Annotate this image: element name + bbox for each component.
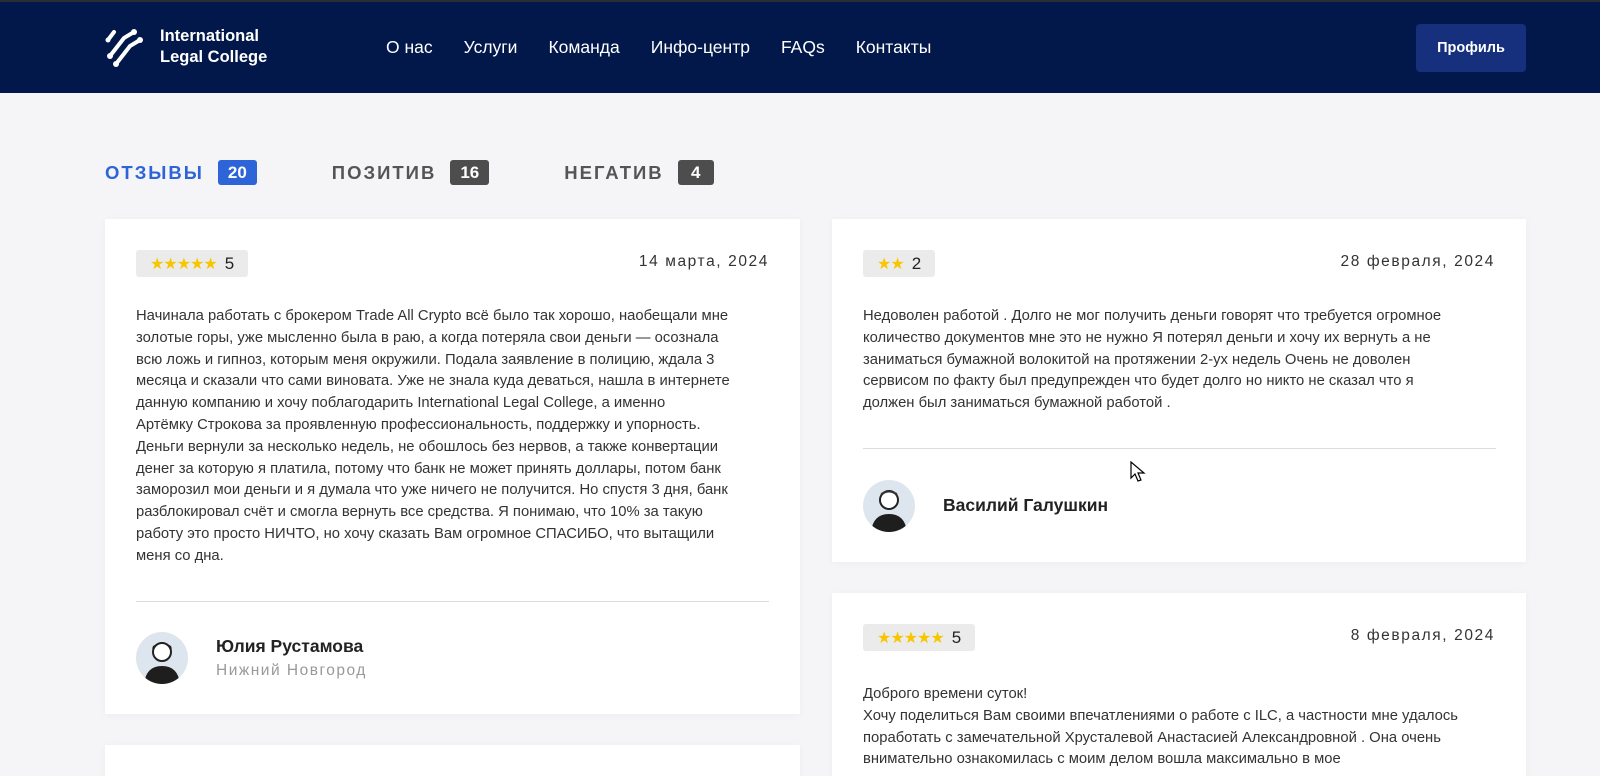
logo-icon <box>105 29 143 67</box>
review-tabs: ОТЗЫВЫ 20 ПОЗИТИВ 16 НЕГАТИВ 4 <box>105 160 789 185</box>
author-name: Василий Галушкин <box>943 495 1109 515</box>
avatar <box>136 632 188 684</box>
review-card: ★★★★★ 5 14 марта, 2024 Начинала работать… <box>105 219 800 714</box>
divider <box>136 601 769 602</box>
tab-label: ОТЗЫВЫ <box>105 161 204 183</box>
review-text: Доброго времени суток! Хочу поделиться В… <box>863 686 1458 768</box>
rating-badge: ★★★★★ 5 <box>136 250 249 277</box>
site-header: International Legal College О нас Услуги… <box>0 2 1600 93</box>
star-rating-icon: ★★ <box>877 255 905 273</box>
review-text: Недоволен работой . Долго не мог получит… <box>863 308 1442 412</box>
star-rating-icon: ★★★★★ <box>150 255 218 273</box>
tab-label: НЕГАТИВ <box>564 161 664 183</box>
avatar <box>863 480 915 532</box>
nav-contacts[interactable]: Контакты <box>856 37 932 58</box>
rating-value: 5 <box>951 627 962 647</box>
rating-badge: ★★ 2 <box>863 250 936 277</box>
review-card <box>105 745 800 776</box>
review-date: 8 февраля, 2024 <box>1350 627 1495 644</box>
user-avatar-icon <box>871 490 907 532</box>
rating-value: 5 <box>224 253 235 273</box>
nav-info-center[interactable]: Инфо-центр <box>651 37 750 58</box>
logo-line-1: International <box>160 27 260 45</box>
tab-label: ПОЗИТИВ <box>331 161 437 183</box>
rating-value: 2 <box>911 253 922 273</box>
tab-negative[interactable]: НЕГАТИВ 4 <box>564 160 714 185</box>
tab-positive[interactable]: ПОЗИТИВ 16 <box>331 160 490 185</box>
author-city: Нижний Новгород <box>216 662 367 679</box>
mouse-cursor-icon <box>1130 461 1146 482</box>
review-text: Начинала работать с брокером Trade All C… <box>136 308 730 564</box>
review-card: ★★★★★ 5 8 февраля, 2024 Доброго времени … <box>832 593 1526 776</box>
review-date: 14 марта, 2024 <box>638 253 769 270</box>
author-name: Юлия Рустамова <box>216 636 364 656</box>
nav-services[interactable]: Услуги <box>464 37 518 58</box>
user-avatar-icon <box>144 642 180 684</box>
review-date: 28 февраля, 2024 <box>1340 253 1495 270</box>
star-rating-icon: ★★★★★ <box>877 629 945 647</box>
logo[interactable]: International Legal College <box>104 26 267 68</box>
divider <box>863 448 1496 449</box>
logo-line-2: Legal College <box>160 48 268 66</box>
logo-text: International Legal College <box>160 26 267 68</box>
nav-about[interactable]: О нас <box>386 37 433 58</box>
main-nav: О нас Услуги Команда Инфо-центр FAQs Кон… <box>386 2 962 93</box>
tab-reviews[interactable]: ОТЗЫВЫ 20 <box>105 160 257 185</box>
nav-team[interactable]: Команда <box>548 37 619 58</box>
review-card: ★★ 2 28 февраля, 2024 Недоволен работой … <box>832 219 1526 562</box>
count-badge: 20 <box>217 160 257 185</box>
count-badge: 4 <box>677 160 714 185</box>
rating-badge: ★★★★★ 5 <box>863 624 976 651</box>
nav-faqs[interactable]: FAQs <box>781 37 825 58</box>
count-badge: 16 <box>450 160 490 185</box>
profile-button[interactable]: Профиль <box>1416 24 1526 72</box>
